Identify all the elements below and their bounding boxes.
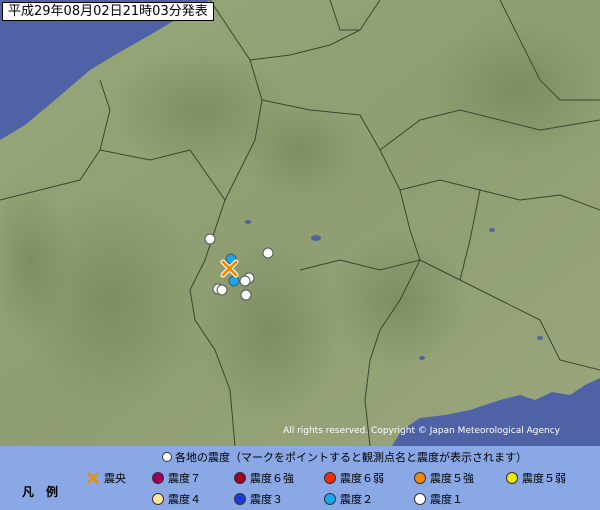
legend-epicenter: 震央 <box>86 470 126 486</box>
station-marker-intensity-1[interactable] <box>204 233 216 245</box>
intensity-7-dot-icon <box>152 472 164 484</box>
legend-heading-text: 各地の震度（マークをポイントすると観測点名と震度が表示されます） <box>175 451 527 464</box>
quake-map-page: 平成29年08月02日21時03分発表 All rights reserved.… <box>0 0 600 510</box>
legend-label: 震度２ <box>340 493 373 506</box>
legend-label: 震度４ <box>168 493 201 506</box>
legend-item-intensity-6-lower: 震度６弱 <box>324 470 384 486</box>
intensity-6-upper-dot-icon <box>234 472 246 484</box>
legend-item-intensity-2: 震度２ <box>324 491 373 507</box>
legend-epicenter-label: 震央 <box>104 472 126 485</box>
legend-label: 震度３ <box>250 493 283 506</box>
legend-label: 震度５強 <box>430 472 474 485</box>
legend-item-intensity-5-upper: 震度５強 <box>414 470 474 486</box>
intensity-2-dot-icon <box>324 493 336 505</box>
legend-item-intensity-7: 震度７ <box>152 470 201 486</box>
epicenter-cross-icon <box>87 472 99 484</box>
legend-title: 凡 例 <box>22 485 59 499</box>
legend-item-intensity-6-upper: 震度６強 <box>234 470 294 486</box>
legend-heading: 各地の震度（マークをポイントすると観測点名と震度が表示されます） <box>162 449 527 465</box>
station-marker-intensity-1[interactable] <box>216 284 228 296</box>
legend-label: 震度６弱 <box>340 472 384 485</box>
intensity-5-upper-dot-icon <box>414 472 426 484</box>
copyright-notice: All rights reserved. Copyright © Japan M… <box>283 426 560 436</box>
intensity-6-lower-dot-icon <box>324 472 336 484</box>
terrain-map <box>0 0 600 446</box>
legend-label: 震度１ <box>430 493 463 506</box>
intensity-4-dot-icon <box>152 493 164 505</box>
legend-label: 震度６強 <box>250 472 294 485</box>
circle-icon <box>162 452 172 462</box>
intensity-1-dot-icon <box>414 493 426 505</box>
page-title: 平成29年08月02日21時03分発表 <box>2 2 214 21</box>
intensity-5-lower-dot-icon <box>506 472 518 484</box>
station-marker-intensity-1[interactable] <box>240 289 252 301</box>
legend-item-intensity-3: 震度３ <box>234 491 283 507</box>
legend-label: 震度５弱 <box>522 472 566 485</box>
legend-item-intensity-4: 震度４ <box>152 491 201 507</box>
legend-label: 震度７ <box>168 472 201 485</box>
station-marker-intensity-1[interactable] <box>239 275 251 287</box>
intensity-3-dot-icon <box>234 493 246 505</box>
station-marker-intensity-1[interactable] <box>262 247 274 259</box>
station-marker-intensity-2[interactable] <box>228 275 240 287</box>
legend-item-intensity-5-lower: 震度５弱 <box>506 470 566 486</box>
legend-item-intensity-1: 震度１ <box>414 491 463 507</box>
